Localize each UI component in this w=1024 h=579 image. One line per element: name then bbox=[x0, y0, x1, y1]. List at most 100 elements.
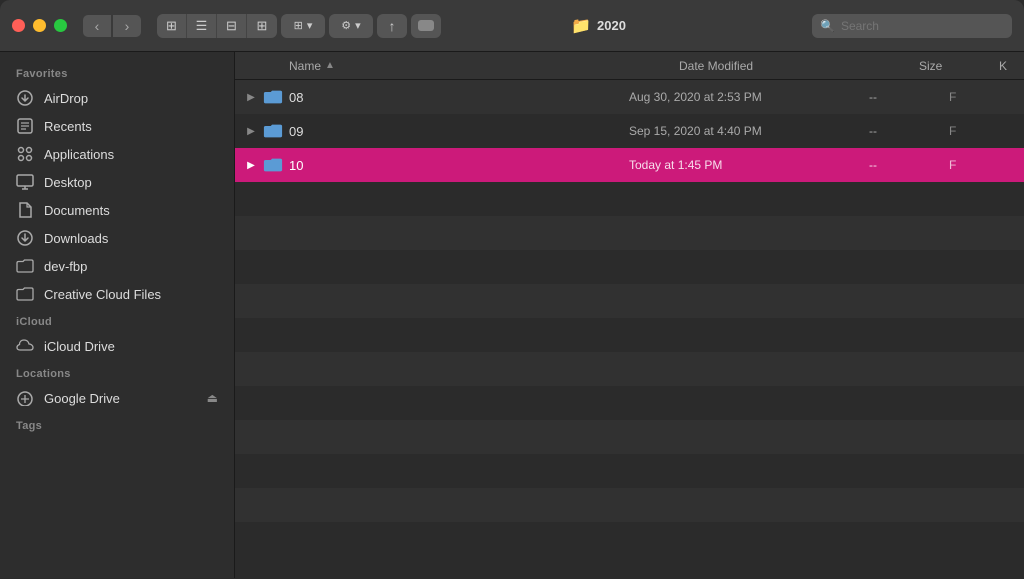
file-rows: ▶ 08 Aug 30, 2020 at 2:53 PM -- F ▶ bbox=[235, 80, 1024, 578]
file-date: Sep 15, 2020 at 4:40 PM bbox=[629, 124, 869, 138]
col-header-date[interactable]: Date Modified bbox=[679, 59, 919, 73]
favorites-section-label: Favorites bbox=[0, 60, 234, 84]
table-row-empty bbox=[235, 284, 1024, 318]
title-bar: ‹ › ⊞ ☰ ⊟ ⊞ ⊞ ▾ ⚙ ▾ ↑ 📁 2020 🔍 bbox=[0, 0, 1024, 52]
action-btn[interactable]: ⚙ ▾ bbox=[329, 14, 373, 38]
sidebar-item-creative-cloud[interactable]: Creative Cloud Files bbox=[0, 280, 234, 308]
back-button[interactable]: ‹ bbox=[83, 15, 111, 37]
file-date: Today at 1:45 PM bbox=[629, 158, 869, 172]
sidebar-dev-fbp-label: dev-fbp bbox=[44, 259, 87, 274]
title-folder-icon: 📁 bbox=[571, 16, 591, 36]
arrange-btn[interactable]: ⊞ ▾ bbox=[281, 14, 325, 38]
folder-icon bbox=[263, 155, 283, 175]
table-row-empty bbox=[235, 352, 1024, 386]
sidebar-item-dev-fbp[interactable]: dev-fbp bbox=[0, 252, 234, 280]
icloud-drive-icon bbox=[16, 337, 34, 355]
minimize-button[interactable] bbox=[33, 19, 46, 32]
table-row-empty bbox=[235, 488, 1024, 522]
table-row-empty bbox=[235, 182, 1024, 216]
sidebar-item-airdrop[interactable]: AirDrop bbox=[0, 84, 234, 112]
file-kind: F bbox=[949, 90, 956, 104]
file-name: 10 bbox=[289, 158, 629, 173]
sidebar-item-desktop[interactable]: Desktop bbox=[0, 168, 234, 196]
creative-cloud-icon bbox=[16, 285, 34, 303]
sidebar-applications-label: Applications bbox=[44, 147, 114, 162]
file-size: -- bbox=[869, 90, 949, 104]
table-row-empty bbox=[235, 216, 1024, 250]
sidebar: Favorites AirDrop Recents bbox=[0, 52, 235, 578]
table-row-empty bbox=[235, 386, 1024, 420]
view-buttons: ⊞ ☰ ⊟ ⊞ bbox=[157, 14, 277, 38]
file-size: -- bbox=[869, 158, 949, 172]
gallery-view-btn[interactable]: ⊞ bbox=[247, 14, 277, 38]
google-drive-icon bbox=[16, 389, 34, 407]
applications-icon bbox=[16, 145, 34, 163]
gear-icon: ⚙ bbox=[341, 19, 351, 32]
table-row[interactable]: ▶ 10 Today at 1:45 PM -- F bbox=[235, 148, 1024, 182]
icon-view-btn[interactable]: ⊞ bbox=[157, 14, 187, 38]
expand-icon[interactable]: ▶ bbox=[243, 157, 259, 173]
column-headers: Name ▲ Date Modified Size K bbox=[235, 52, 1024, 80]
sidebar-downloads-label: Downloads bbox=[44, 231, 108, 246]
file-date: Aug 30, 2020 at 2:53 PM bbox=[629, 90, 869, 104]
dev-fbp-icon bbox=[16, 257, 34, 275]
sidebar-documents-label: Documents bbox=[44, 203, 110, 218]
file-kind: F bbox=[949, 124, 956, 138]
forward-button[interactable]: › bbox=[113, 15, 141, 37]
sidebar-item-applications[interactable]: Applications bbox=[0, 140, 234, 168]
arrange-arrow: ▾ bbox=[307, 19, 313, 32]
traffic-lights bbox=[12, 19, 67, 32]
file-name: 08 bbox=[289, 90, 629, 105]
folder-icon bbox=[263, 87, 283, 107]
table-row-empty bbox=[235, 318, 1024, 352]
arrange-icon: ⊞ bbox=[294, 19, 303, 32]
sidebar-airdrop-label: AirDrop bbox=[44, 91, 88, 106]
sidebar-recents-label: Recents bbox=[44, 119, 92, 134]
search-icon: 🔍 bbox=[820, 19, 835, 33]
sidebar-icloud-drive-label: iCloud Drive bbox=[44, 339, 115, 354]
action-arrow: ▾ bbox=[355, 19, 361, 32]
tags-section-label: Tags bbox=[0, 412, 234, 436]
main-layout: Favorites AirDrop Recents bbox=[0, 52, 1024, 578]
col-header-size[interactable]: Size bbox=[919, 59, 999, 73]
sidebar-google-drive-label: Google Drive bbox=[44, 391, 120, 406]
table-row[interactable]: ▶ 08 Aug 30, 2020 at 2:53 PM -- F bbox=[235, 80, 1024, 114]
expand-icon[interactable]: ▶ bbox=[243, 123, 259, 139]
table-row-empty bbox=[235, 420, 1024, 454]
sidebar-item-icloud-drive[interactable]: iCloud Drive bbox=[0, 332, 234, 360]
file-size: -- bbox=[869, 124, 949, 138]
folder-icon bbox=[263, 121, 283, 141]
airdrop-icon bbox=[16, 89, 34, 107]
expand-icon[interactable]: ▶ bbox=[243, 89, 259, 105]
locations-section-label: Locations bbox=[0, 360, 234, 384]
documents-icon bbox=[16, 201, 34, 219]
recents-icon bbox=[16, 117, 34, 135]
sort-arrow: ▲ bbox=[325, 60, 335, 71]
sidebar-creative-cloud-label: Creative Cloud Files bbox=[44, 287, 161, 302]
col-header-kind[interactable]: K bbox=[999, 59, 1007, 73]
window-title-text: 2020 bbox=[597, 18, 626, 33]
file-kind: F bbox=[949, 158, 956, 172]
downloads-icon bbox=[16, 229, 34, 247]
sidebar-desktop-label: Desktop bbox=[44, 175, 92, 190]
sidebar-item-google-drive[interactable]: Google Drive ⏏ bbox=[0, 384, 234, 412]
table-row-empty bbox=[235, 250, 1024, 284]
sidebar-item-downloads[interactable]: Downloads bbox=[0, 224, 234, 252]
column-view-btn[interactable]: ⊟ bbox=[217, 14, 247, 38]
search-box[interactable]: 🔍 bbox=[812, 14, 1012, 38]
table-row-empty bbox=[235, 522, 1024, 556]
window-title: 📁 2020 bbox=[385, 16, 812, 36]
table-row-empty bbox=[235, 454, 1024, 488]
close-button[interactable] bbox=[12, 19, 25, 32]
eject-icon[interactable]: ⏏ bbox=[207, 391, 218, 405]
list-view-btn[interactable]: ☰ bbox=[187, 14, 217, 38]
sidebar-item-documents[interactable]: Documents bbox=[0, 196, 234, 224]
maximize-button[interactable] bbox=[54, 19, 67, 32]
search-input[interactable] bbox=[841, 19, 1004, 33]
desktop-icon bbox=[16, 173, 34, 191]
icloud-section-label: iCloud bbox=[0, 308, 234, 332]
file-name: 09 bbox=[289, 124, 629, 139]
table-row[interactable]: ▶ 09 Sep 15, 2020 at 4:40 PM -- F bbox=[235, 114, 1024, 148]
sidebar-item-recents[interactable]: Recents bbox=[0, 112, 234, 140]
col-header-name[interactable]: Name ▲ bbox=[289, 59, 679, 73]
